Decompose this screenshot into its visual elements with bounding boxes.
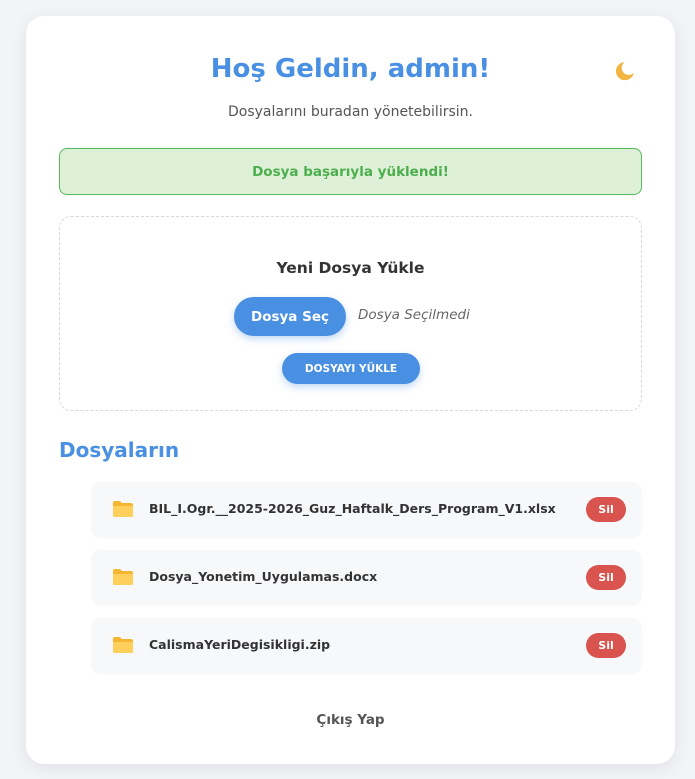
- no-file-selected-text: Dosya Seçilmedi: [358, 307, 470, 323]
- file-list-item: Dosya_Yonetim_Uygulamas.docx Sil: [92, 550, 641, 604]
- page-subtitle: Dosyalarını buradan yönetebilirsin.: [228, 104, 473, 120]
- delete-file-button[interactable]: Sil: [586, 497, 626, 522]
- upload-section: Yeni Dosya Yükle Dosya Seç Dosya Seçilme…: [59, 216, 642, 411]
- file-name[interactable]: BIL_I.Ogr.__2025-2026_Guz_Haftalk_Ders_P…: [149, 501, 556, 516]
- choose-file-button[interactable]: Dosya Seç: [234, 297, 346, 336]
- folder-icon: [112, 568, 133, 586]
- upload-title: Yeni Dosya Yükle: [276, 259, 425, 277]
- file-name[interactable]: Dosya_Yonetim_Uygulamas.docx: [149, 569, 377, 584]
- files-heading: Dosyaların: [59, 438, 180, 462]
- file-list-item: CalismaYeriDegisikligi.zip Sil: [92, 618, 641, 672]
- main-card: Hoş Geldin, admin! Dosyalarını buradan y…: [26, 16, 675, 764]
- folder-icon: [112, 500, 133, 518]
- success-alert-message: Dosya başarıyla yüklendi!: [252, 163, 449, 180]
- file-list-item: BIL_I.Ogr.__2025-2026_Guz_Haftalk_Ders_P…: [92, 482, 641, 536]
- logout-link[interactable]: Çıkış Yap: [26, 712, 675, 728]
- moon-icon[interactable]: [612, 60, 636, 84]
- file-name[interactable]: CalismaYeriDegisikligi.zip: [149, 637, 330, 652]
- file-list: BIL_I.Ogr.__2025-2026_Guz_Haftalk_Ders_P…: [92, 482, 641, 686]
- folder-icon: [112, 636, 133, 654]
- upload-file-button[interactable]: DOSYAYI YÜKLE: [282, 353, 420, 384]
- delete-file-button[interactable]: Sil: [586, 565, 626, 590]
- page-title: Hoş Geldin, admin!: [210, 54, 491, 84]
- delete-file-button[interactable]: Sil: [586, 633, 626, 658]
- success-alert: Dosya başarıyla yüklendi!: [59, 148, 642, 195]
